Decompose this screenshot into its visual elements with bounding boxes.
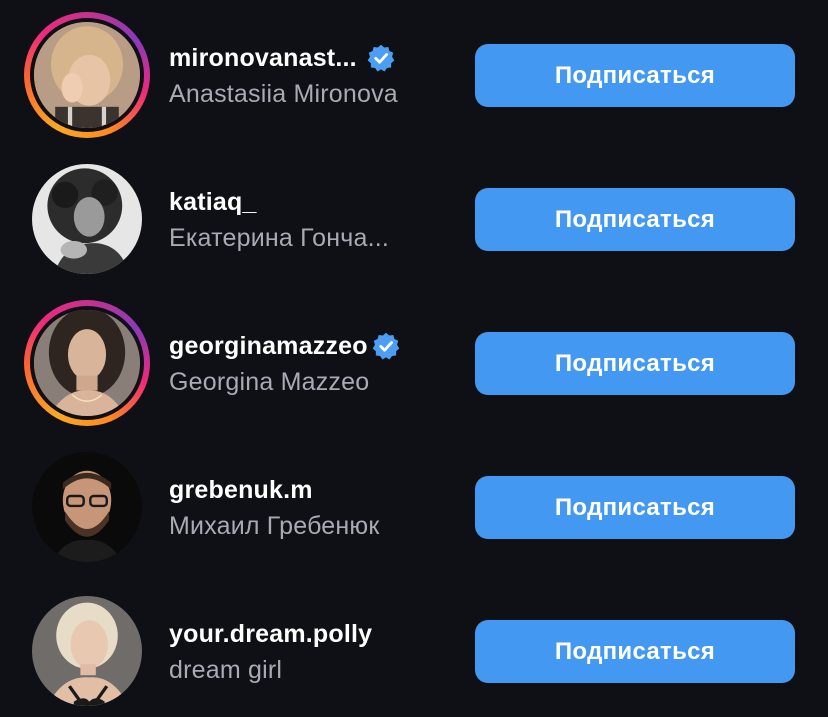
avatar-photo [34,310,140,416]
avatar-photo [34,22,140,128]
suggested-accounts-list: mironovanast... Anastasiia Mironova Подп… [0,0,828,717]
username[interactable]: grebenuk.m [169,476,313,505]
verified-badge-icon [372,332,399,360]
account-names: georginamazzeo Georgina Mazzeo [169,330,459,397]
username[interactable]: your.dream.polly [169,620,372,649]
account-names: mironovanast... Anastasiia Mironova [169,42,459,109]
avatar[interactable] [32,164,142,274]
list-item: georginamazzeo Georgina Mazzeo Подписать… [0,300,828,444]
list-item: your.dream.polly dream girl Подписаться [0,588,828,717]
full-name: Михаил Гребенюк [169,512,380,540]
avatar-photo [32,164,142,274]
account-names: katiaq_ Екатерина Гонча... [169,186,459,253]
avatar-frame[interactable] [24,156,150,282]
full-name: Georgina Mazzeo [169,368,370,396]
story-ring[interactable] [24,300,150,426]
follow-button[interactable]: Подписаться [475,476,795,539]
avatar-photo [32,452,142,562]
username[interactable]: georginamazzeo [169,332,368,361]
avatar[interactable] [30,18,144,132]
follow-button[interactable]: Подписаться [475,188,795,251]
avatar[interactable] [30,306,144,420]
list-item: katiaq_ Екатерина Гонча... Подписаться [0,156,828,300]
follow-button[interactable]: Подписаться [475,332,795,395]
list-item: grebenuk.m Михаил Гребенюк Подписаться [0,444,828,588]
story-ring[interactable] [24,12,150,138]
account-names: your.dream.polly dream girl [169,618,459,685]
verified-badge-icon [367,44,395,72]
avatar-photo [32,596,142,706]
avatar[interactable] [32,596,142,706]
full-name: dream girl [169,656,283,684]
username[interactable]: katiaq_ [169,188,257,217]
follow-button[interactable]: Подписаться [475,620,795,683]
avatar-frame[interactable] [24,588,150,714]
list-item: mironovanast... Anastasiia Mironova Подп… [0,12,828,156]
full-name: Екатерина Гонча... [169,224,390,252]
full-name: Anastasiia Mironova [169,80,398,108]
account-names: grebenuk.m Михаил Гребенюк [169,474,459,541]
follow-button[interactable]: Подписаться [475,44,795,107]
avatar-frame[interactable] [24,444,150,570]
username[interactable]: mironovanast... [169,44,357,73]
avatar[interactable] [32,452,142,562]
